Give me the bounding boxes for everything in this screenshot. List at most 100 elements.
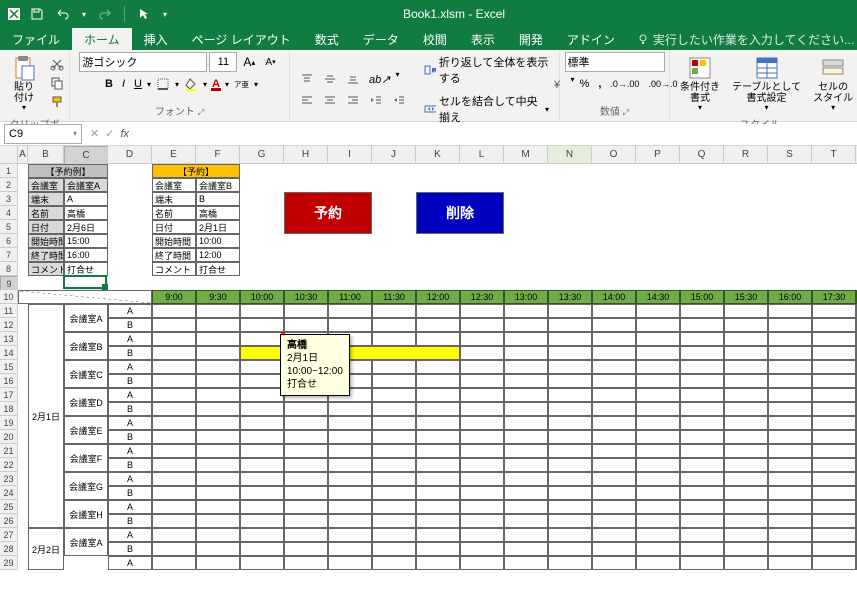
- row-header-23[interactable]: 23: [0, 472, 18, 486]
- col-header-A[interactable]: A: [18, 146, 28, 164]
- decrease-font-icon[interactable]: A▾: [261, 55, 279, 70]
- row-header-5[interactable]: 5: [0, 220, 18, 234]
- col-header-S[interactable]: S: [768, 146, 812, 164]
- active-cell[interactable]: [64, 276, 108, 290]
- undo-dropdown-icon[interactable]: ▾: [78, 8, 90, 21]
- cursor-icon[interactable]: [133, 5, 155, 23]
- row-header-17[interactable]: 17: [0, 388, 18, 402]
- cut-icon[interactable]: [46, 55, 68, 73]
- row-header-6[interactable]: 6: [0, 234, 18, 248]
- row-header-20[interactable]: 20: [0, 430, 18, 444]
- number-format-select[interactable]: [565, 52, 665, 72]
- increase-font-icon[interactable]: A▴: [239, 53, 259, 71]
- row-header-19[interactable]: 19: [0, 416, 18, 430]
- tab-data[interactable]: データ: [351, 28, 411, 50]
- row-header-10[interactable]: 10: [0, 290, 18, 304]
- accounting-format-icon[interactable]: ¥: [548, 75, 570, 93]
- row-header-26[interactable]: 26: [0, 514, 18, 528]
- tab-home[interactable]: ホーム: [72, 28, 132, 50]
- row-header-4[interactable]: 4: [0, 206, 18, 220]
- format-painter-icon[interactable]: [46, 93, 68, 111]
- select-all-corner[interactable]: [0, 146, 18, 164]
- align-right-icon[interactable]: [342, 91, 364, 109]
- delete-button[interactable]: 削除: [416, 192, 504, 234]
- paste-button[interactable]: 貼り付け ▾: [6, 52, 42, 115]
- row-header-8[interactable]: 8: [0, 262, 18, 276]
- align-center-icon[interactable]: [319, 91, 341, 109]
- row-header-15[interactable]: 15: [0, 360, 18, 374]
- tab-file[interactable]: ファイル: [0, 28, 72, 50]
- row-header-22[interactable]: 22: [0, 458, 18, 472]
- col-header-Q[interactable]: Q: [680, 146, 724, 164]
- row-header-14[interactable]: 14: [0, 346, 18, 360]
- tell-me-search[interactable]: 実行したい作業を入力してください...: [637, 28, 854, 50]
- cancel-formula-icon[interactable]: ✕: [90, 127, 99, 140]
- increase-decimal-icon[interactable]: .0→.00: [606, 75, 643, 93]
- border-icon[interactable]: [152, 75, 174, 93]
- tab-addins[interactable]: アドイン: [555, 28, 627, 50]
- cell-styles-button[interactable]: セルの スタイル▾: [809, 52, 857, 115]
- col-header-P[interactable]: P: [636, 146, 680, 164]
- comma-icon[interactable]: ,: [594, 75, 605, 93]
- row-header-11[interactable]: 11: [0, 304, 18, 318]
- tab-view[interactable]: 表示: [459, 28, 507, 50]
- row-header-9[interactable]: 9: [0, 276, 18, 290]
- worksheet[interactable]: ABCDEFGHIJKLMNOPQRSTU 123456789101112131…: [0, 146, 857, 603]
- row-header-21[interactable]: 21: [0, 444, 18, 458]
- merge-center-button[interactable]: セルを結合して中央揃え ▾: [420, 91, 553, 127]
- decrease-indent-icon[interactable]: [365, 91, 387, 109]
- italic-button[interactable]: I: [118, 76, 129, 92]
- col-header-R[interactable]: R: [724, 146, 768, 164]
- qat-customize-icon[interactable]: ▾: [159, 8, 171, 21]
- align-top-icon[interactable]: [296, 70, 318, 88]
- col-header-H[interactable]: H: [284, 146, 328, 164]
- row-header-7[interactable]: 7: [0, 248, 18, 262]
- font-size-select[interactable]: [209, 52, 237, 72]
- wrap-text-button[interactable]: 折り返して全体を表示する: [420, 52, 553, 88]
- row-header-18[interactable]: 18: [0, 402, 18, 416]
- col-header-O[interactable]: O: [592, 146, 636, 164]
- fill-color-icon[interactable]: [180, 75, 202, 93]
- row-header-2[interactable]: 2: [0, 178, 18, 192]
- tab-formulas[interactable]: 数式: [303, 28, 351, 50]
- col-header-E[interactable]: E: [152, 146, 196, 164]
- col-header-L[interactable]: L: [460, 146, 504, 164]
- tab-review[interactable]: 校閲: [411, 28, 459, 50]
- name-box[interactable]: C9▾: [4, 124, 82, 144]
- col-header-B[interactable]: B: [28, 146, 64, 164]
- reserve-button[interactable]: 予約: [284, 192, 372, 234]
- tab-insert[interactable]: 挿入: [132, 28, 180, 50]
- col-header-T[interactable]: T: [812, 146, 856, 164]
- copy-icon[interactable]: [46, 74, 68, 92]
- row-header-13[interactable]: 13: [0, 332, 18, 346]
- font-color-icon[interactable]: A: [208, 76, 224, 92]
- redo-icon[interactable]: [94, 5, 116, 23]
- col-header-J[interactable]: J: [372, 146, 416, 164]
- row-header-25[interactable]: 25: [0, 500, 18, 514]
- underline-button[interactable]: U: [130, 76, 146, 92]
- tab-developer[interactable]: 開発: [507, 28, 555, 50]
- reservation-bar[interactable]: [240, 346, 460, 360]
- col-header-D[interactable]: D: [108, 146, 152, 164]
- row-header-3[interactable]: 3: [0, 192, 18, 206]
- row-header-12[interactable]: 12: [0, 318, 18, 332]
- align-left-icon[interactable]: [296, 91, 318, 109]
- row-header-29[interactable]: 29: [0, 556, 18, 570]
- col-header-I[interactable]: I: [328, 146, 372, 164]
- row-header-1[interactable]: 1: [0, 164, 18, 178]
- enter-formula-icon[interactable]: ✓: [105, 127, 114, 140]
- col-header-M[interactable]: M: [504, 146, 548, 164]
- phonetic-icon[interactable]: ア亜: [230, 77, 253, 92]
- percent-icon[interactable]: %: [576, 75, 594, 93]
- orientation-icon[interactable]: ab↗: [365, 70, 394, 88]
- align-bottom-icon[interactable]: [342, 70, 364, 88]
- increase-indent-icon[interactable]: [388, 91, 410, 109]
- row-header-27[interactable]: 27: [0, 528, 18, 542]
- align-middle-icon[interactable]: [319, 70, 341, 88]
- conditional-format-button[interactable]: 条件付き 書式▾: [676, 52, 724, 115]
- format-as-table-button[interactable]: テーブルとして 書式設定▾: [728, 52, 805, 115]
- formula-input[interactable]: [137, 124, 851, 144]
- row-header-24[interactable]: 24: [0, 486, 18, 500]
- undo-icon[interactable]: [52, 5, 74, 23]
- font-name-select[interactable]: [79, 52, 207, 72]
